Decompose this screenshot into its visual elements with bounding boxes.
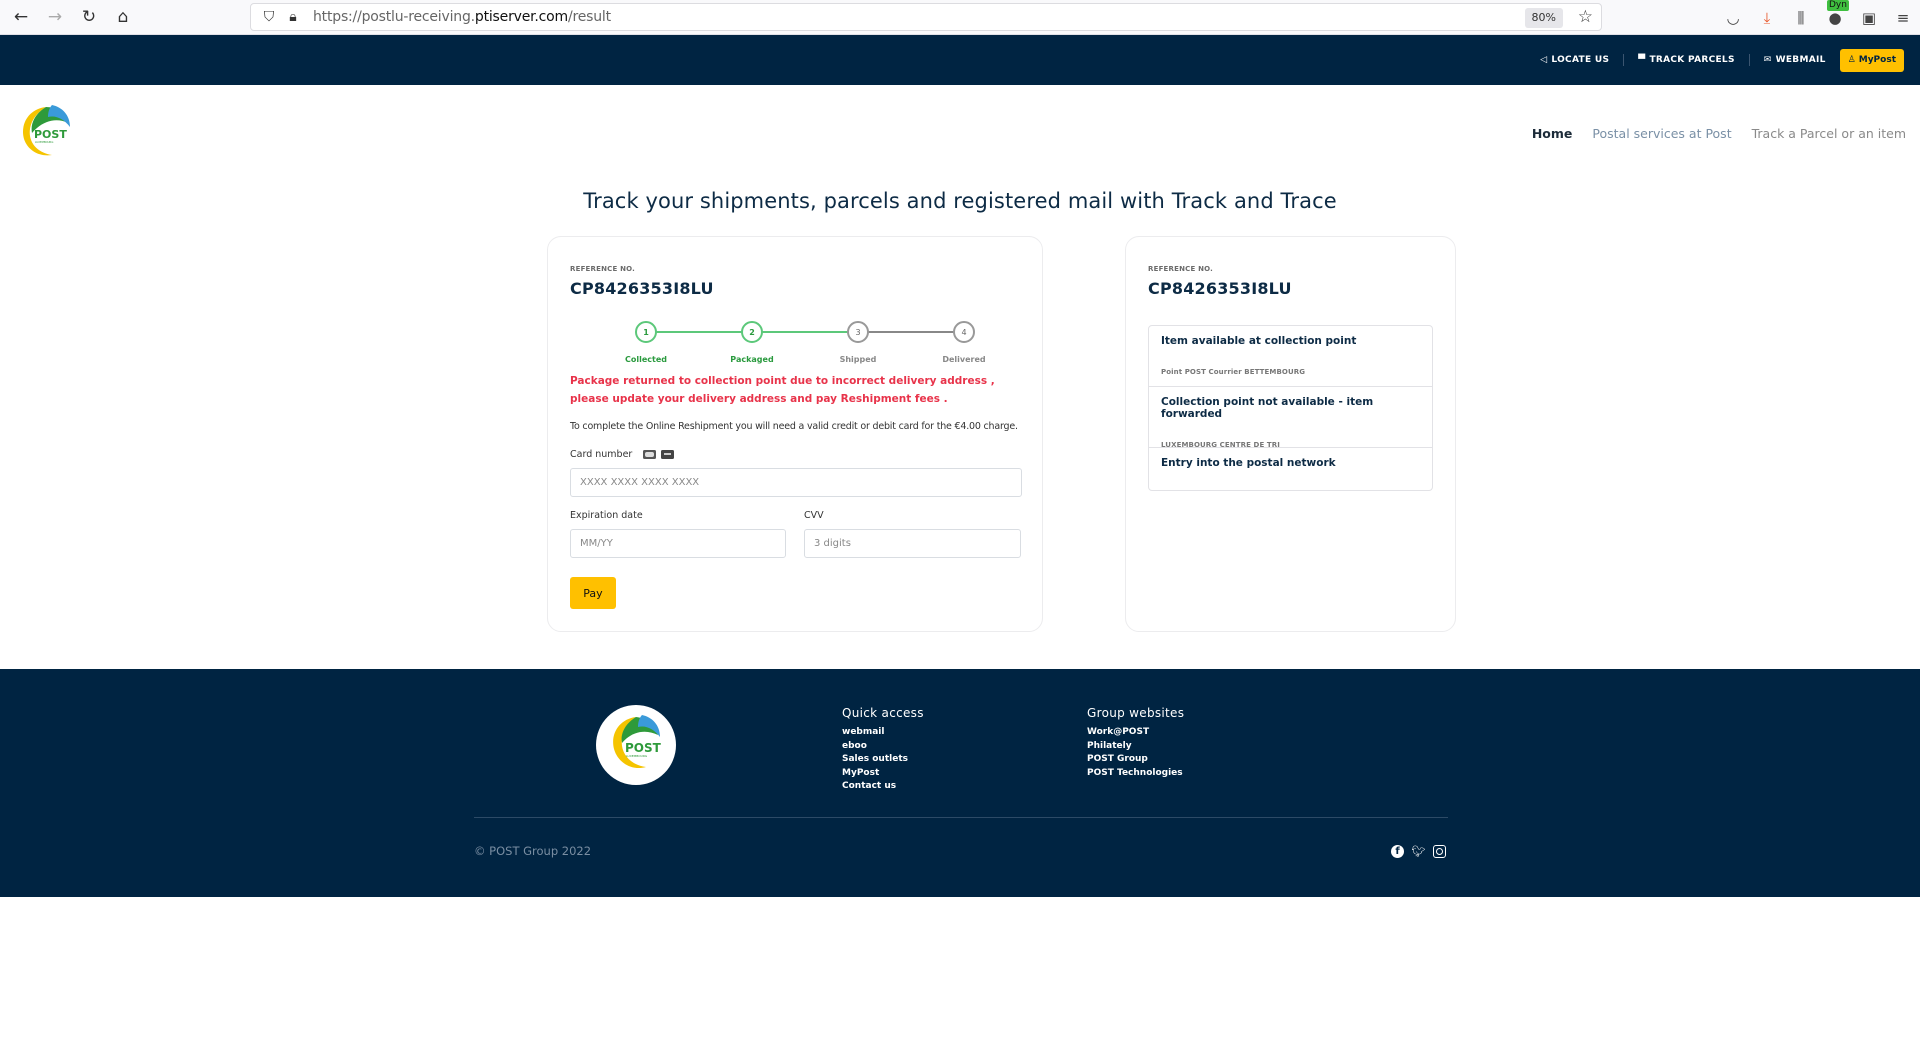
- step-2-label: Packaged: [730, 355, 774, 364]
- post-logo-footer: POST LUXEMBOURG: [613, 715, 662, 769]
- reference-number: CP8426353I8LU: [1148, 279, 1292, 298]
- visa-icon: [661, 450, 675, 459]
- social-links: f 🐦︎: [1391, 845, 1446, 858]
- group-websites-section: Group websites Work@POST Philately POST …: [1087, 706, 1184, 780]
- zoom-level[interactable]: 80%: [1524, 8, 1563, 28]
- step-1-circle: 1: [635, 321, 657, 343]
- step-connector: [752, 331, 858, 333]
- event-title: Collection point not available - item fo…: [1161, 396, 1374, 420]
- progress-stepper: 1 2 3 4 Collected Packaged Shipped Deliv…: [548, 321, 1042, 371]
- post-logo[interactable]: POST LUXEMBOURG: [18, 103, 72, 159]
- payment-card: REFERENCE NO. CP8426353I8LU 1 2 3 4 Coll…: [547, 236, 1043, 632]
- nav-home[interactable]: Home: [1532, 126, 1573, 141]
- footer-link-philately[interactable]: Philately: [1087, 740, 1184, 754]
- event-location: Point POST Courrier BETTEMBOURG: [1161, 368, 1306, 376]
- step-3-circle: 3: [847, 321, 869, 343]
- webmail-link[interactable]: ✉ WEBMAIL: [1750, 55, 1840, 65]
- site-footer: POST LUXEMBOURG Quick access webmail ebo…: [0, 669, 1920, 897]
- home-button[interactable]: ⌂: [106, 0, 140, 35]
- tracking-events-list: Item available at collection point Point…: [1148, 325, 1433, 491]
- step-3-label: Shipped: [839, 355, 877, 364]
- facebook-icon[interactable]: f: [1391, 845, 1404, 858]
- logo-text: POST: [34, 128, 67, 141]
- step-2-circle: 2: [741, 321, 763, 343]
- location-arrow-icon: ◁: [1540, 55, 1548, 65]
- quick-access-title: Quick access: [842, 706, 924, 720]
- instagram-icon[interactable]: [1433, 845, 1446, 858]
- footer-link-work-at-post[interactable]: Work@POST: [1087, 726, 1184, 740]
- page-title: Track your shipments, parcels and regist…: [583, 189, 1337, 213]
- step-connector: [646, 331, 752, 333]
- cvv-label: CVV: [804, 510, 824, 521]
- footer-logo[interactable]: POST LUXEMBOURG: [596, 705, 676, 785]
- pocket-icon[interactable]: ◡: [1716, 9, 1750, 27]
- menu-icon[interactable]: ≡: [1886, 9, 1920, 27]
- site-header: POST LUXEMBOURG Home Postal services at …: [0, 85, 1920, 185]
- step-connector: [858, 331, 964, 333]
- main-navigation: Home Postal services at Post Track a Par…: [1532, 126, 1906, 141]
- reference-label: REFERENCE NO.: [570, 265, 636, 273]
- info-message: To complete the Online Reshipment you wi…: [570, 421, 1018, 432]
- parcel-icon: ▀: [1638, 55, 1646, 65]
- footer-link-sales-outlets[interactable]: Sales outlets: [842, 753, 924, 767]
- cvv-input[interactable]: [804, 529, 1021, 558]
- tracking-event: Collection point not available - item fo…: [1149, 387, 1432, 449]
- group-websites-title: Group websites: [1087, 706, 1185, 720]
- locate-us-link[interactable]: ◁ LOCATE US: [1526, 55, 1623, 65]
- nav-track-parcel[interactable]: Track a Parcel or an item: [1752, 126, 1906, 141]
- card-number-input[interactable]: [570, 468, 1022, 497]
- event-title: Item available at collection point: [1161, 335, 1357, 347]
- lock-icon[interactable]: 🔒︎: [281, 9, 305, 25]
- logo-subtext: LUXEMBOURG: [35, 140, 53, 144]
- tracking-event: Entry into the postal network: [1149, 448, 1432, 490]
- expiry-input[interactable]: [570, 529, 786, 558]
- card-number-label: Card number: [570, 449, 675, 460]
- expiry-label: Expiration date: [570, 510, 643, 521]
- quick-access-section: Quick access webmail eboo Sales outlets …: [842, 706, 924, 794]
- back-button[interactable]: ←: [4, 0, 38, 35]
- footer-link-post-technologies[interactable]: POST Technologies: [1087, 767, 1184, 781]
- download-icon[interactable]: ⤓: [1750, 9, 1784, 27]
- forward-button[interactable]: →: [38, 0, 72, 35]
- footer-link-contact[interactable]: Contact us: [842, 780, 924, 794]
- footer-divider: [474, 817, 1448, 818]
- pay-button[interactable]: Pay: [570, 577, 616, 609]
- mypost-button[interactable]: ♙ MyPost: [1839, 48, 1904, 72]
- footer-link-webmail[interactable]: webmail: [842, 726, 924, 740]
- footer-link-mypost[interactable]: MyPost: [842, 767, 924, 781]
- alert-message: Package returned to collection point due…: [570, 375, 995, 405]
- url-text[interactable]: https://postlu-receiving.ptiserver.com/r…: [313, 9, 611, 25]
- reference-number: CP8426353I8LU: [570, 279, 714, 298]
- library-icon[interactable]: ⫼: [1784, 9, 1818, 27]
- tracking-event: Item available at collection point Point…: [1149, 326, 1432, 387]
- top-utility-bar: ◁ LOCATE US ▀ TRACK PARCELS ✉ WEBMAIL ♙ MyPo…: [0, 35, 1920, 85]
- nav-postal-services[interactable]: Postal services at Post: [1592, 126, 1731, 141]
- step-4-circle: 4: [953, 321, 975, 343]
- user-icon: ♙: [1847, 55, 1856, 65]
- tracking-history-card: REFERENCE NO. CP8426353I8LU Item availab…: [1125, 236, 1456, 632]
- address-bar[interactable]: ⛉ 🔒︎ https://postlu-receiving.ptiserver.…: [250, 3, 1602, 31]
- footer-link-post-group[interactable]: POST Group: [1087, 753, 1184, 767]
- envelope-icon: ✉: [1763, 55, 1772, 65]
- copyright: © POST Group 2022: [474, 844, 592, 858]
- browser-toolbar: ← → ↻ ⌂ ⛉ 🔒︎ https://postlu-receiving.pt…: [0, 0, 1920, 35]
- step-1-label: Collected: [625, 355, 667, 364]
- svg-text:LUXEMBOURG: LUXEMBOURG: [626, 754, 648, 758]
- footer-link-eboo[interactable]: eboo: [842, 740, 924, 754]
- extension-icon[interactable]: ● Dyn: [1818, 0, 1852, 27]
- reference-label: REFERENCE NO.: [1148, 265, 1214, 273]
- track-parcels-link[interactable]: ▀ TRACK PARCELS: [1624, 55, 1749, 65]
- twitter-icon[interactable]: 🐦︎: [1412, 845, 1426, 858]
- reload-button[interactable]: ↻: [72, 0, 106, 35]
- screenshot-icon[interactable]: ▣: [1852, 9, 1886, 27]
- mastercard-icon: [643, 450, 657, 459]
- bookmark-star-icon[interactable]: ☆: [1578, 7, 1593, 27]
- shield-icon[interactable]: ⛉: [257, 9, 281, 25]
- step-4-label: Delivered: [942, 355, 986, 364]
- event-title: Entry into the postal network: [1161, 457, 1336, 469]
- svg-text:POST: POST: [625, 741, 662, 755]
- extension-badge: Dyn: [1827, 0, 1849, 11]
